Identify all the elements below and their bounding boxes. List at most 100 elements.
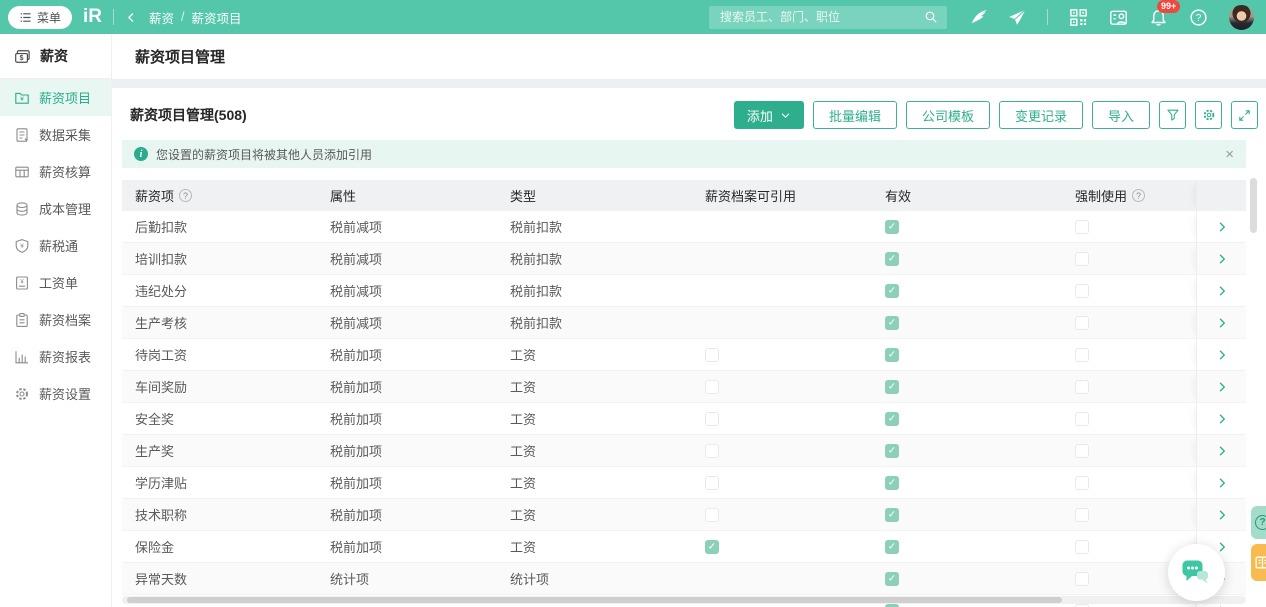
checkbox-unchecked[interactable]	[1075, 348, 1089, 362]
checkbox-unchecked[interactable]	[1075, 220, 1089, 234]
global-search[interactable]	[709, 6, 947, 29]
cell-valid	[872, 211, 1062, 242]
checkbox-unchecked[interactable]	[1075, 540, 1089, 554]
toolbar-button-批量编辑[interactable]: 批量编辑	[813, 101, 897, 129]
floating-help-button[interactable]: ?	[1251, 506, 1266, 539]
cell-valid	[872, 499, 1062, 530]
row-detail-chevron-icon[interactable]	[1216, 221, 1228, 233]
row-detail-chevron-icon[interactable]	[1216, 541, 1228, 553]
sidebar-item-label: 薪资核算	[39, 162, 91, 181]
checkbox-unchecked[interactable]	[705, 444, 719, 458]
checkbox-checked[interactable]	[885, 508, 899, 522]
checkbox-unchecked[interactable]	[1075, 572, 1089, 586]
checkbox-unchecked[interactable]	[1075, 604, 1089, 607]
chat-icon	[1182, 560, 1212, 586]
sidebar-item-薪资项目[interactable]: ¥薪资项目	[0, 79, 111, 116]
checkbox-unchecked[interactable]	[1075, 444, 1089, 458]
checkbox-checked[interactable]	[705, 540, 719, 554]
back-button[interactable]	[125, 11, 138, 24]
checkbox-unchecked[interactable]	[705, 508, 719, 522]
checkbox-unchecked[interactable]	[1075, 284, 1089, 298]
column-header-薪资档案可引用: 薪资档案可引用	[692, 180, 872, 211]
question-icon: ?	[1255, 515, 1266, 530]
checkbox-checked[interactable]	[885, 252, 899, 266]
checkbox-unchecked[interactable]	[1075, 380, 1089, 394]
row-detail-chevron-icon[interactable]	[1216, 317, 1228, 329]
sidebar-item-薪资核算[interactable]: 薪资核算	[0, 153, 111, 190]
search-input[interactable]	[718, 9, 924, 25]
checkbox-unchecked[interactable]	[1075, 412, 1089, 426]
sidebar-item-数据采集[interactable]: 数据采集	[0, 116, 111, 153]
table-row: 违纪处分税前减项税前扣款	[122, 275, 1246, 307]
wing-icon[interactable]	[969, 8, 987, 26]
checkbox-unchecked[interactable]	[705, 380, 719, 394]
checkbox-unchecked[interactable]	[1075, 252, 1089, 266]
toolbar-button-导入[interactable]: 导入	[1092, 101, 1150, 129]
row-detail-chevron-icon[interactable]	[1216, 477, 1228, 489]
expand-button[interactable]	[1231, 101, 1258, 129]
sidebar-item-工资单[interactable]: ¥工资单	[0, 264, 111, 301]
sidebar-item-label: 薪资报表	[39, 347, 91, 366]
toolbar-button-变更记录[interactable]: 变更记录	[999, 101, 1083, 129]
banner-close-icon[interactable]: ×	[1225, 147, 1234, 162]
cell-actions	[1196, 275, 1246, 306]
checkbox-unchecked[interactable]	[705, 348, 719, 362]
sidebar-section-salary[interactable]: $ 薪资	[0, 34, 111, 78]
filter-button[interactable]	[1159, 101, 1186, 129]
checkbox-unchecked[interactable]	[705, 412, 719, 426]
checkbox-checked[interactable]	[885, 220, 899, 234]
row-detail-chevron-icon[interactable]	[1216, 349, 1228, 361]
cell-actions	[1196, 307, 1246, 338]
checkbox-checked[interactable]	[885, 380, 899, 394]
row-detail-chevron-icon[interactable]	[1216, 413, 1228, 425]
checkbox-checked[interactable]	[885, 444, 899, 458]
menu-button[interactable]: 菜单	[8, 6, 72, 29]
floating-handbook-button[interactable]	[1251, 544, 1266, 581]
chat-fab-button[interactable]	[1168, 544, 1225, 601]
send-plane-icon[interactable]	[1008, 8, 1026, 26]
row-detail-chevron-icon[interactable]	[1216, 381, 1228, 393]
payslip-icon: ¥	[14, 275, 30, 291]
help-icon[interactable]: ?	[1189, 8, 1208, 27]
breadcrumb-item[interactable]: 薪资	[149, 8, 174, 27]
user-avatar[interactable]	[1229, 5, 1254, 30]
qr-code-icon[interactable]	[1069, 8, 1088, 27]
checkbox-checked[interactable]	[885, 540, 899, 554]
checkbox-checked[interactable]	[885, 316, 899, 330]
checkbox-checked[interactable]	[885, 284, 899, 298]
row-detail-chevron-icon[interactable]	[1216, 509, 1228, 521]
checkbox-unchecked[interactable]	[1075, 476, 1089, 490]
horizontal-scrollbar-thumb[interactable]	[127, 597, 1062, 603]
column-help-icon[interactable]: ?	[1132, 189, 1145, 202]
sidebar-item-薪税通[interactable]: ¥薪税通	[0, 227, 111, 264]
bell-icon[interactable]: 99+	[1149, 8, 1168, 27]
checkbox-checked[interactable]	[885, 476, 899, 490]
sidebar-item-成本管理[interactable]: 成本管理	[0, 190, 111, 227]
settings-button[interactable]	[1195, 101, 1222, 129]
checkbox-checked[interactable]	[885, 604, 899, 607]
cell-type: 税前扣款	[497, 307, 692, 338]
table-body: 后勤扣款税前减项税前扣款培训扣款税前减项税前扣款违纪处分税前减项税前扣款生产考核…	[122, 211, 1246, 607]
contacts-icon[interactable]	[1109, 8, 1128, 27]
sidebar-item-薪资报表[interactable]: 薪资报表	[0, 338, 111, 375]
sidebar-item-薪资档案[interactable]: 薪资档案	[0, 301, 111, 338]
add-button[interactable]: 添加	[734, 101, 804, 129]
checkbox-checked[interactable]	[885, 412, 899, 426]
checkbox-unchecked[interactable]	[1075, 508, 1089, 522]
content: 薪资项目管理(508) 添加 批量编辑公司模板变更记录导入	[112, 101, 1266, 607]
vertical-scrollbar[interactable]	[1250, 178, 1257, 233]
toolbar-button-公司模板[interactable]: 公司模板	[906, 101, 990, 129]
table-row: 异常天数统计项统计项	[122, 563, 1246, 595]
row-detail-chevron-icon[interactable]	[1216, 285, 1228, 297]
checkbox-unchecked[interactable]	[1075, 316, 1089, 330]
cell-actions	[1196, 435, 1246, 466]
checkbox-checked[interactable]	[885, 572, 899, 586]
breadcrumb: 薪资 / 薪资项目	[149, 8, 242, 27]
row-detail-chevron-icon[interactable]	[1216, 445, 1228, 457]
checkbox-unchecked[interactable]	[705, 476, 719, 490]
checkbox-checked[interactable]	[885, 348, 899, 362]
breadcrumb-item-current[interactable]: 薪资项目	[192, 8, 242, 27]
row-detail-chevron-icon[interactable]	[1216, 253, 1228, 265]
sidebar-item-薪资设置[interactable]: 薪资设置	[0, 375, 111, 412]
column-help-icon[interactable]: ?	[179, 189, 192, 202]
